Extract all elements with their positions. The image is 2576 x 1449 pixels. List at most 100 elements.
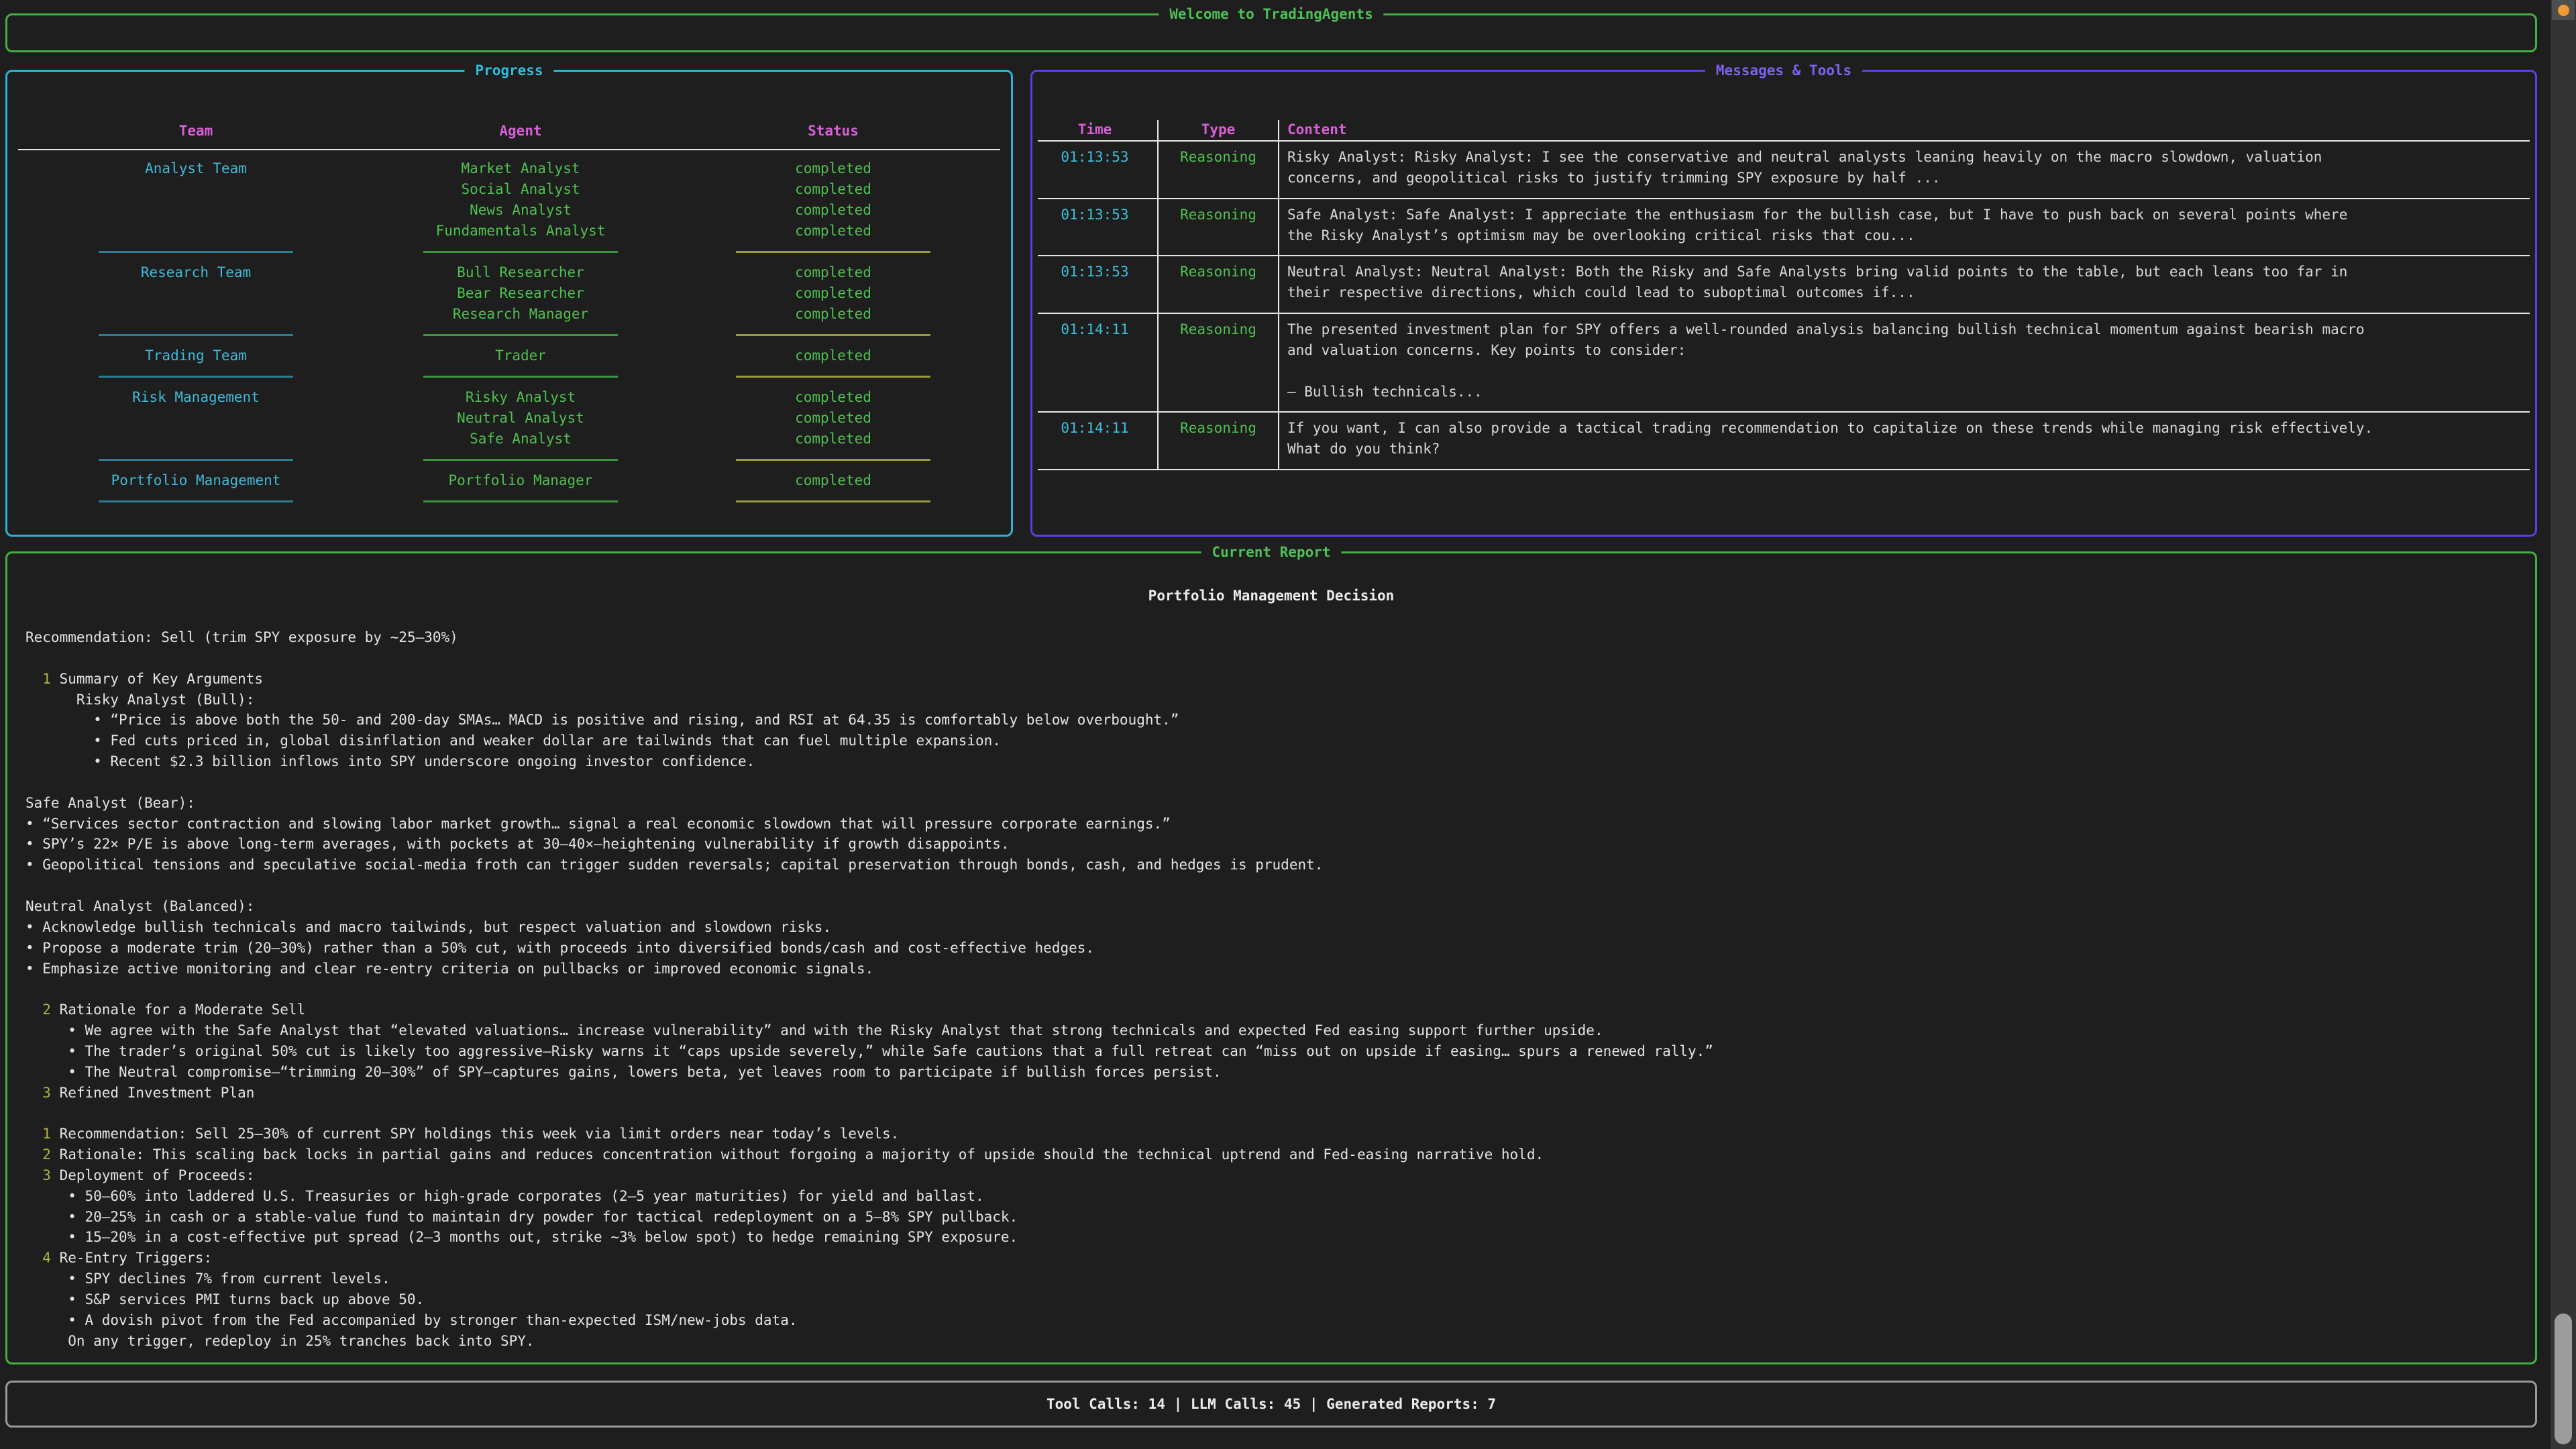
agent-cell: News Analyst <box>384 200 657 221</box>
messages-table-body: 01:13:53ReasoningRisky Analyst: Risky An… <box>1032 142 2535 470</box>
status-cell: completed <box>657 179 1010 200</box>
report-body: Recommendation: Sell (trim SPY exposure … <box>7 627 2535 1352</box>
messages-panel-title: Messages & Tools <box>1705 60 1862 81</box>
progress-row: Risk ManagementRisky Analystcompleted <box>7 387 1011 408</box>
report-line-text: Safe Analyst (Bear): <box>25 795 195 811</box>
report-line: • “Services sector contraction and slowi… <box>25 814 2515 835</box>
report-line-text: • 50–60% into laddered U.S. Treasuries o… <box>68 1188 983 1204</box>
status-cell: completed <box>657 429 1010 449</box>
scroll-notification-dot-icon <box>2558 5 2569 16</box>
report-line: • Emphasize active monitoring and clear … <box>25 959 2515 979</box>
report-blank-line <box>25 1103 2515 1124</box>
report-blank-line <box>25 875 2515 896</box>
report-line: • SPY declines 7% from current levels. <box>25 1269 2515 1289</box>
report-line: • 50–60% into laddered U.S. Treasuries o… <box>25 1186 2515 1207</box>
progress-row: Safe Analystcompleted <box>7 429 1011 449</box>
report-blank-line <box>25 648 2515 669</box>
message-type: Reasoning <box>1159 199 1279 256</box>
scrollbar-track[interactable] <box>2551 0 2576 1449</box>
report-line: 4 Re-Entry Triggers: <box>25 1248 2515 1269</box>
report-line-text: Rationale for a Moderate Sell <box>60 1002 306 1018</box>
report-line-text: • Propose a moderate trim (20–30%) rathe… <box>25 940 1094 956</box>
report-line-text: Rationale: This scaling back locks in pa… <box>60 1146 1544 1163</box>
message-content: Risky Analyst: Risky Analyst: I see the … <box>1279 142 2535 198</box>
agent-cell: Trader <box>384 345 657 366</box>
report-line: • 20–25% in cash or a stable-value fund … <box>25 1207 2515 1228</box>
column-header-time: Time <box>1032 120 1159 140</box>
status-cell: completed <box>657 304 1010 325</box>
progress-row: Bear Researchercompleted <box>7 283 1011 304</box>
progress-table: Team Agent Status Analyst TeamMarket Ana… <box>7 72 1011 512</box>
message-type: Reasoning <box>1159 413 1279 469</box>
progress-row: Analyst TeamMarket Analystcompleted <box>7 158 1011 179</box>
report-line: 3 Deployment of Proceeds: <box>25 1165 2515 1186</box>
report-line-text: Neutral Analyst (Balanced): <box>25 898 254 914</box>
message-time: 01:14:11 <box>1032 413 1159 469</box>
message-row: 01:14:11ReasoningIf you want, I can also… <box>1032 413 2535 469</box>
report-line: 2 Rationale for a Moderate Sell <box>25 1000 2515 1020</box>
message-time: 01:13:53 <box>1032 199 1159 256</box>
report-line: Risky Analyst (Bull): <box>25 690 2515 710</box>
current-report-panel: Current Report Portfolio Management Deci… <box>5 551 2537 1364</box>
scrollbar-thumb[interactable] <box>2555 1313 2572 1444</box>
status-cell: completed <box>657 200 1010 221</box>
progress-row: Neutral Analystcompleted <box>7 408 1011 429</box>
agent-cell: Market Analyst <box>384 158 657 179</box>
report-line-text: • A dovish pivot from the Fed accompanie… <box>68 1312 797 1328</box>
report-line-text: Summary of Key Arguments <box>60 671 263 687</box>
progress-table-header: Team Agent Status <box>7 120 1011 141</box>
status-cell: completed <box>657 283 1010 304</box>
message-time: 01:13:53 <box>1032 256 1159 313</box>
list-number: 3 <box>42 1085 59 1101</box>
report-line-text: • S&P services PMI turns back up above 5… <box>68 1291 424 1307</box>
report-line-text: On any trigger, redeploy in 25% tranches… <box>68 1333 534 1349</box>
progress-row: Social Analystcompleted <box>7 179 1011 200</box>
welcome-title: Welcome to TradingAgents <box>1159 3 1383 25</box>
report-line: 3 Refined Investment Plan <box>25 1083 2515 1104</box>
list-number: 1 <box>42 671 59 687</box>
report-line-text: Risky Analyst (Bull): <box>76 692 255 708</box>
message-type: Reasoning <box>1159 314 1279 411</box>
message-content: If you want, I can also provide a tactic… <box>1279 413 2535 469</box>
group-separator <box>7 325 1011 345</box>
report-line-text: Recommendation: Sell (trim SPY exposure … <box>25 629 458 645</box>
message-row: 01:13:53ReasoningSafe Analyst: Safe Anal… <box>1032 199 2535 256</box>
report-line: • The Neutral compromise—“trimming 20–30… <box>25 1062 2515 1083</box>
report-heading: Portfolio Management Decision <box>7 586 2535 606</box>
header-separator <box>18 149 1000 150</box>
message-content: Safe Analyst: Safe Analyst: I appreciate… <box>1279 199 2535 256</box>
report-line-text: Recommendation: Sell 25–30% of current S… <box>60 1126 900 1142</box>
report-line-text: • Acknowledge bullish technicals and mac… <box>25 919 831 935</box>
report-line-text: • The Neutral compromise—“trimming 20–30… <box>68 1064 1221 1080</box>
progress-row: Research Managercompleted <box>7 304 1011 325</box>
report-blank-line <box>25 979 2515 1000</box>
status-cell: completed <box>657 158 1010 179</box>
status-cell: completed <box>657 387 1010 408</box>
progress-panel-title: Progress <box>464 60 553 81</box>
report-line-text: • The trader’s original 50% cut is likel… <box>68 1043 1713 1059</box>
progress-table-body: Analyst TeamMarket AnalystcompletedSocia… <box>7 158 1011 512</box>
report-line: • 15–20% in a cost-effective put spread … <box>25 1227 2515 1248</box>
report-line-text: • SPY declines 7% from current levels. <box>68 1271 390 1287</box>
agent-cell: Fundamentals Analyst <box>384 221 657 241</box>
report-line: • Fed cuts priced in, global disinflatio… <box>25 731 2515 751</box>
report-line: Recommendation: Sell (trim SPY exposure … <box>25 627 2515 648</box>
report-panel-title: Current Report <box>1201 541 1341 563</box>
column-header-team: Team <box>7 123 384 139</box>
report-line: • SPY’s 22× P/E is above long-term avera… <box>25 834 2515 855</box>
group-separator <box>7 491 1011 512</box>
status-cell: completed <box>657 221 1010 241</box>
scrollbar-top-button[interactable] <box>2552 0 2575 20</box>
column-header-type: Type <box>1159 120 1279 140</box>
agent-cell: Neutral Analyst <box>384 408 657 429</box>
report-line-text: • We agree with the Safe Analyst that “e… <box>68 1022 1603 1038</box>
agent-cell: Social Analyst <box>384 179 657 200</box>
report-line: On any trigger, redeploy in 25% tranches… <box>25 1331 2515 1352</box>
messages-tools-panel: Messages & Tools Time Type Content 01:13… <box>1030 70 2537 537</box>
messages-table: Time Type Content 01:13:53ReasoningRisky… <box>1032 72 2535 470</box>
report-line: • S&P services PMI turns back up above 5… <box>25 1289 2515 1310</box>
team-cell: Trading Team <box>7 345 384 366</box>
report-line-text: Deployment of Proceeds: <box>60 1167 255 1183</box>
welcome-banner: Welcome to TradingAgents <box>5 13 2537 52</box>
report-line-text: • Recent $2.3 billion inflows into SPY u… <box>93 753 755 769</box>
